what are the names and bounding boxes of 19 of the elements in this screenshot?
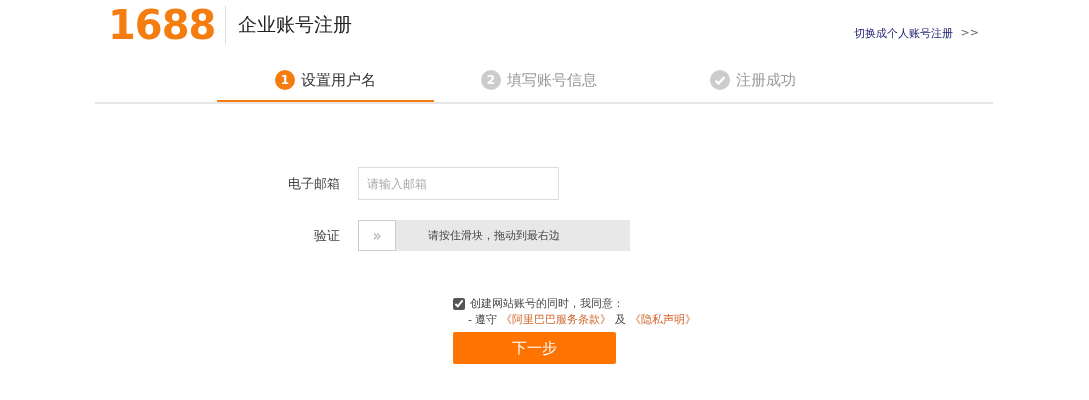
check-icon: [709, 70, 730, 90]
email-label: 电子邮箱: [288, 174, 340, 193]
verify-label: 验证: [314, 226, 340, 245]
agreement-text: 创建网站账号的同时，我同意：: [470, 296, 624, 312]
progress-step: 1 设置用户名: [217, 60, 434, 102]
next-button[interactable]: 下一步: [453, 332, 616, 364]
switch-account-link[interactable]: 切换成个人账号注册 >>: [853, 25, 979, 41]
email-field[interactable]: 请输入邮箱: [358, 167, 559, 200]
slider-handle[interactable]: »: [358, 220, 396, 251]
page-title: 企业账号注册: [238, 12, 353, 37]
step-number-icon: 1: [275, 70, 295, 90]
progress-step: 注册成功: [644, 60, 861, 102]
privacy-link[interactable]: 《隐私声明》: [630, 312, 697, 328]
conjunction-text: 及: [615, 312, 627, 328]
slider-hint: 请按住滑块，拖动到最右边: [428, 228, 560, 243]
agreement-prefix: - 遵守: [468, 312, 498, 328]
terms-link[interactable]: 《阿里巴巴服务条款》: [501, 312, 612, 328]
agree-checkbox[interactable]: [453, 298, 465, 310]
logo: 1688: [108, 3, 216, 47]
